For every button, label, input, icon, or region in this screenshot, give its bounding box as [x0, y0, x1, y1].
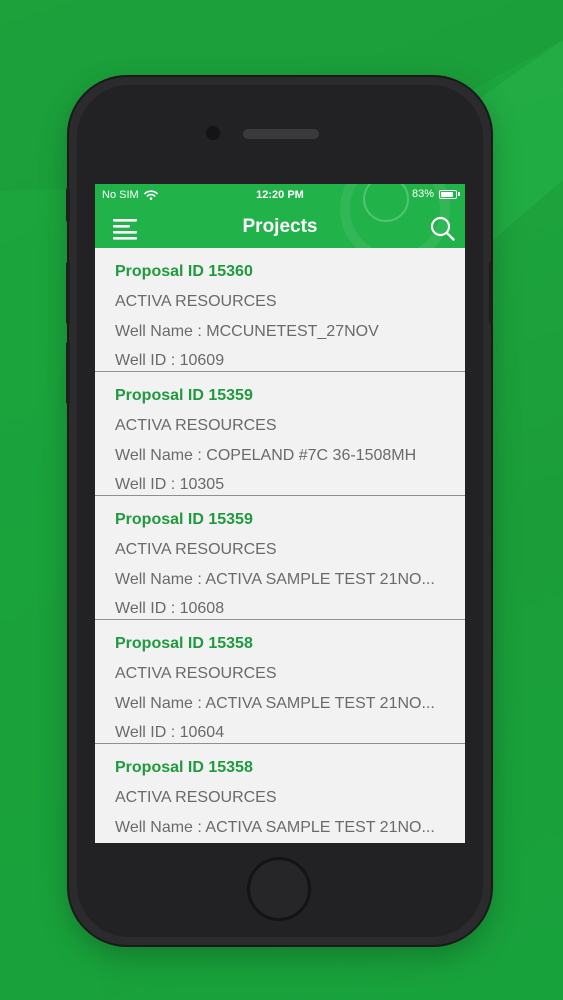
proposal-id: Proposal ID 15358 [115, 759, 253, 776]
battery-indicator: 83% [412, 188, 460, 200]
battery-percentage: 83% [411, 188, 434, 200]
company-name: ACTIVA RESOURCES [115, 665, 277, 682]
earpiece-speaker [243, 129, 319, 139]
search-icon[interactable] [430, 216, 456, 242]
mute-switch [66, 188, 70, 222]
project-card[interactable]: Proposal ID 15359 ACTIVA RESOURCES Well … [95, 372, 465, 496]
status-bar: No SIM 12:20 PM 83% [95, 184, 465, 206]
battery-terminal [458, 192, 460, 196]
well-name: Well Name : ACTIVA SAMPLE TEST 21NO... [115, 819, 435, 836]
proposal-id: Proposal ID 15359 [115, 511, 253, 528]
well-name: Well Name : COPELAND #7C 36-1508MH [115, 447, 417, 464]
status-time: 12:20 PM [256, 189, 304, 201]
project-card[interactable]: Proposal ID 15359 ACTIVA RESOURCES Well … [95, 496, 465, 620]
company-name: ACTIVA RESOURCES [115, 541, 277, 558]
app-screen: No SIM 12:20 PM 83% Projects Proposal ID… [95, 184, 465, 843]
well-name: Well Name : ACTIVA SAMPLE TEST 21NO... [115, 571, 435, 588]
battery-level-fill [441, 191, 453, 197]
project-card[interactable]: Proposal ID 15358 ACTIVA RESOURCES Well … [95, 620, 465, 744]
proposal-id: Proposal ID 15358 [115, 635, 253, 652]
project-card[interactable]: Proposal ID 15360 ACTIVA RESOURCES Well … [95, 248, 465, 372]
volume-down-button [66, 342, 70, 404]
well-name: Well Name : MCCUNETEST_27NOV [115, 323, 379, 340]
front-camera [206, 126, 220, 140]
battery-icon [439, 189, 457, 199]
company-name: ACTIVA RESOURCES [115, 789, 277, 806]
power-button [489, 262, 493, 324]
app-header: No SIM 12:20 PM 83% Projects [95, 184, 465, 248]
well-id: Well ID : 10305 [115, 476, 225, 493]
company-name: ACTIVA RESOURCES [115, 417, 277, 434]
proposal-id: Proposal ID 15359 [115, 387, 253, 404]
home-button[interactable] [247, 857, 311, 921]
well-id: Well ID : 10608 [115, 600, 225, 617]
company-name: ACTIVA RESOURCES [115, 293, 277, 310]
proposal-id: Proposal ID 15360 [115, 263, 253, 280]
project-card[interactable]: Proposal ID 15358 ACTIVA RESOURCES Well … [95, 744, 465, 843]
well-name: Well Name : ACTIVA SAMPLE TEST 21NO... [115, 695, 435, 712]
page-title: Projects [242, 216, 318, 237]
well-id: Well ID : 10604 [115, 724, 225, 741]
projects-list: Proposal ID 15360 ACTIVA RESOURCES Well … [95, 248, 465, 843]
volume-up-button [66, 262, 70, 324]
well-id: Well ID : 10609 [115, 352, 225, 369]
